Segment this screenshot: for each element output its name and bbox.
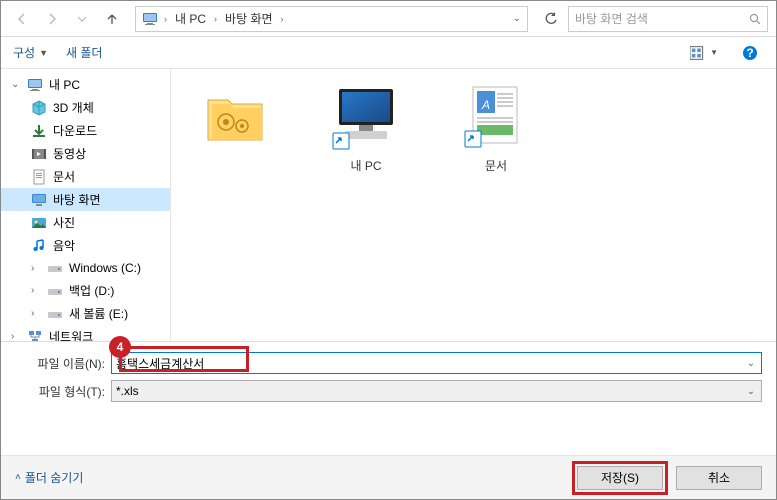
network-icon [27,329,43,342]
annotation-badge-4: 4 [109,336,131,358]
hide-folders-button[interactable]: ˄ 폴더 숨기기 [15,469,83,486]
tree-item-desktop[interactable]: 바탕 화면 [1,188,170,211]
search-icon [749,13,761,25]
filetype-label: 파일 형식(T): [15,383,111,400]
breadcrumb-item[interactable]: 바탕 화면 [223,8,275,29]
chevron-up-icon: ˄ [15,472,21,483]
breadcrumb-item[interactable]: 내 PC [173,8,208,29]
tree-item-music[interactable]: 음악 [1,234,170,257]
tree-item-drive-d[interactable]: ›백업 (D:) [1,279,170,302]
drive-icon [47,283,63,299]
document-icon [31,169,47,185]
tree-item-network[interactable]: ›네트워크 [1,325,170,341]
save-button[interactable]: 저장(S) [577,466,663,490]
tree-item-drive-e[interactable]: ›새 볼륨 (E:) [1,302,170,325]
pc-icon [142,11,158,27]
forward-button[interactable] [39,6,65,32]
search-box[interactable]: 바탕 화면 검색 [568,6,768,32]
up-button[interactable] [99,6,125,32]
address-bar-row: › 내 PC › 바탕 화면 › ⌄ 바탕 화면 검색 [1,1,776,37]
pc-icon [27,77,43,93]
tree-item-videos[interactable]: 동영상 [1,142,170,165]
file-label: 문서 [485,157,507,174]
organize-button[interactable]: 구성▼ [13,44,48,61]
filename-field[interactable] [116,356,757,370]
tree-label: 사진 [53,214,75,231]
tree-label: 네트워크 [49,328,93,341]
drive-icon [47,306,63,322]
chevron-down-icon[interactable]: ⌄ [743,386,759,397]
pc-shortcut-icon [331,85,401,151]
download-icon [31,123,47,139]
help-button[interactable]: ? [736,42,764,64]
photo-icon [31,215,47,231]
svg-text:A: A [481,98,490,112]
file-label: 내 PC [350,157,381,174]
tree-label: 음악 [53,237,75,254]
address-dropdown-icon[interactable]: ⌄ [513,13,521,24]
file-list[interactable]: 내 PC A 문서 [171,69,776,341]
address-bar[interactable]: › 내 PC › 바탕 화면 › ⌄ [135,6,528,32]
chevron-right-icon: › [214,14,217,24]
tree-item-pc[interactable]: ⌄내 PC [1,73,170,96]
file-item-documents[interactable]: A 문서 [451,85,541,174]
chevron-right-icon: › [281,14,284,24]
filename-label: 파일 이름(N): [15,355,111,372]
tree-label: 문서 [53,168,75,185]
tree-label: 동영상 [53,145,86,162]
annotation-highlight: 저장(S) [572,461,668,495]
desktop-icon [31,192,47,208]
tree-label: 바탕 화면 [53,191,101,208]
tree-item-drive-c[interactable]: ›Windows (C:) [1,257,170,279]
view-options-button[interactable]: ▼ [690,42,718,64]
chevron-down-icon[interactable]: ⌄ [743,358,759,369]
music-icon [31,238,47,254]
tree-label: 다운로드 [53,122,97,139]
refresh-button[interactable] [538,6,564,32]
tree-label: 3D 개체 [53,99,94,116]
filetype-select[interactable]: *.xls ⌄ [111,380,762,402]
navigation-tree[interactable]: ⌄내 PC 3D 개체 다운로드 동영상 문서 바탕 화면 사진 음악 ›Win… [1,69,171,341]
video-icon [31,146,47,162]
cube-icon [31,100,47,116]
save-fields: 4 파일 이름(N): ⌄ 파일 형식(T): *.xls ⌄ [1,341,776,412]
tree-label: 내 PC [49,76,80,93]
new-folder-button[interactable]: 새 폴더 [66,44,102,61]
tree-item-documents[interactable]: 문서 [1,165,170,188]
chevron-right-icon: › [164,14,167,24]
tree-item-pictures[interactable]: 사진 [1,211,170,234]
tree-label: Windows (C:) [69,261,141,275]
tree-label: 새 볼륨 (E:) [69,305,128,322]
recent-dropdown[interactable] [69,6,95,32]
cancel-button[interactable]: 취소 [676,466,762,490]
doc-shortcut-icon: A [461,85,531,151]
back-button[interactable] [9,6,35,32]
tree-label: 백업 (D:) [69,282,114,299]
file-item-folder[interactable] [191,85,281,157]
tree-item-3d[interactable]: 3D 개체 [1,96,170,119]
file-item-pc[interactable]: 내 PC [321,85,411,174]
dialog-footer: ˄ 폴더 숨기기 저장(S) 취소 [1,455,776,499]
filetype-value: *.xls [116,384,139,398]
folder-gear-icon [201,85,271,151]
toolbar: 구성▼ 새 폴더 ▼ ? [1,37,776,69]
hide-folders-label: 폴더 숨기기 [25,469,84,486]
drive-icon [47,260,63,276]
svg-text:?: ? [746,46,753,60]
filename-input[interactable]: ⌄ [111,352,762,374]
search-placeholder: 바탕 화면 검색 [575,10,648,27]
tree-item-downloads[interactable]: 다운로드 [1,119,170,142]
